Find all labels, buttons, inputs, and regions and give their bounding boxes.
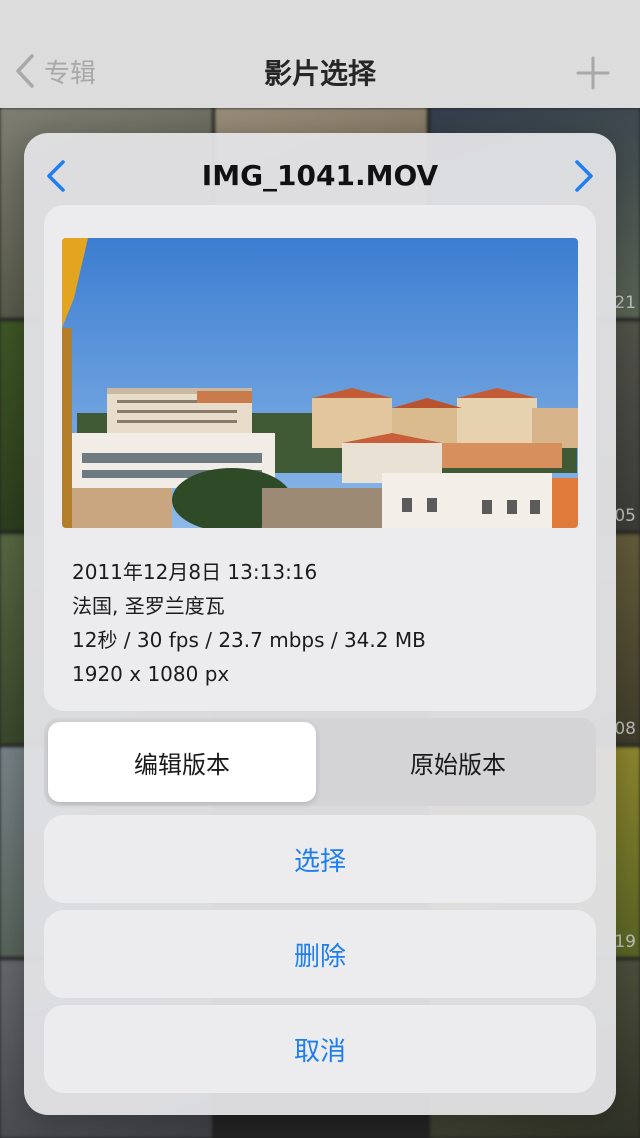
metadata-location: 法国, 圣罗兰度瓦 xyxy=(72,594,225,618)
cancel-button[interactable]: 取消 xyxy=(44,1005,596,1093)
next-item-button[interactable] xyxy=(572,159,596,193)
video-details-dialog: IMG_1041.MOV 2011年12月8日 13:13:16 法国, 圣罗兰… xyxy=(24,133,616,1115)
navigation-bar: 专辑 影片选择 xyxy=(0,0,640,108)
segment-edited-version[interactable]: 编辑版本 xyxy=(48,722,316,802)
page-title: 影片选择 xyxy=(263,57,376,90)
video-info-card: 2011年12月8日 13:13:16 法国, 圣罗兰度瓦 12秒 / 30 f… xyxy=(44,205,596,711)
metadata-resolution: 1920 x 1080 px xyxy=(72,662,230,686)
metadata-stats: 12秒 / 30 fps / 23.7 mbps / 34.2 MB xyxy=(72,628,426,652)
delete-button[interactable]: 删除 xyxy=(44,910,596,998)
video-preview-image xyxy=(62,238,578,528)
version-segmented-control: 编辑版本 原始版本 xyxy=(44,718,596,806)
video-metadata: 2011年12月8日 13:13:16 法国, 圣罗兰度瓦 12秒 / 30 f… xyxy=(72,555,572,691)
metadata-datetime: 2011年12月8日 13:13:16 xyxy=(72,560,318,584)
dialog-title: IMG_1041.MOV xyxy=(201,159,439,192)
plus-icon[interactable] xyxy=(576,56,610,90)
select-button[interactable]: 选择 xyxy=(44,815,596,903)
segment-original-version[interactable]: 原始版本 xyxy=(324,722,592,802)
video-preview-thumbnail[interactable] xyxy=(62,238,578,528)
dialog-header: IMG_1041.MOV xyxy=(24,133,616,211)
